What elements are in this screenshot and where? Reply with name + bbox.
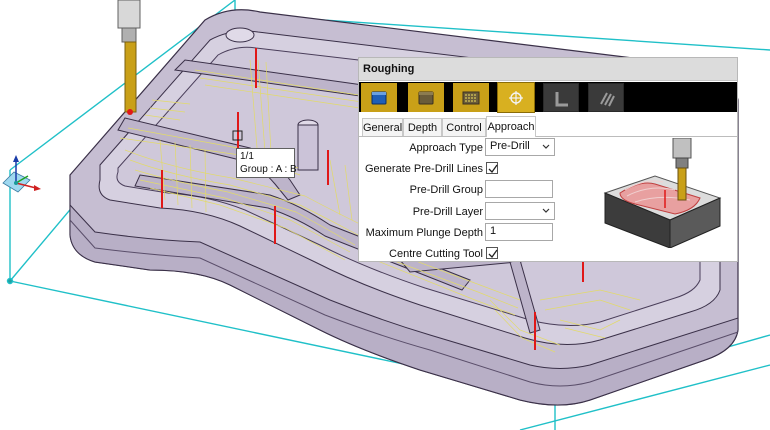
toolpath-preview-button[interactable]	[453, 83, 489, 112]
approach-type-value: Pre-Drill	[490, 140, 530, 152]
predrill-layer-select[interactable]	[485, 202, 555, 220]
l-profile-button[interactable]	[543, 83, 579, 112]
crosshair-button[interactable]	[497, 82, 535, 113]
max-plunge-input[interactable]: 1	[485, 223, 553, 241]
approach-preview-image	[603, 138, 722, 248]
checkmark-icon	[488, 164, 498, 174]
tab-general[interactable]: General	[362, 118, 403, 136]
predrill-group-label: Pre-Drill Group	[409, 184, 483, 196]
selection-tooltip: 1/1 Group : A : B	[236, 148, 297, 178]
block-view-icon	[371, 91, 387, 105]
tab-approach[interactable]: Approach	[486, 116, 536, 137]
max-plunge-label: Maximum Plunge Depth	[365, 227, 483, 239]
stock-block-icon	[418, 91, 434, 105]
panel-toolbar	[359, 82, 737, 113]
chevron-down-icon	[542, 208, 550, 213]
pattern-button[interactable]	[588, 83, 624, 112]
checkmark-icon	[488, 249, 498, 259]
stock-block-button[interactable]	[408, 83, 444, 112]
l-profile-icon	[555, 92, 568, 107]
panel-tabs: General Depth Control Approach	[359, 116, 737, 137]
block-view-button[interactable]	[361, 83, 397, 112]
predrill-group-input[interactable]	[485, 180, 553, 198]
approach-type-label: Approach Type	[409, 142, 483, 154]
predrill-layer-label: Pre-Drill Layer	[412, 206, 483, 218]
approach-type-select[interactable]: Pre-Drill	[485, 138, 555, 156]
tab-depth[interactable]: Depth	[403, 118, 442, 136]
tab-control[interactable]: Control	[442, 118, 486, 136]
centre-cutting-checkbox[interactable]	[486, 247, 498, 259]
pattern-icon	[600, 92, 615, 107]
tooltip-group: Group : A : B	[240, 164, 297, 175]
centre-cutting-label: Centre Cutting Tool	[389, 248, 483, 260]
chevron-down-icon	[542, 144, 550, 149]
toolpath-preview-icon	[462, 91, 480, 105]
tooltip-count: 1/1	[240, 151, 254, 162]
generate-predrill-label: Generate Pre-Drill Lines	[365, 163, 483, 175]
roughing-panel: Roughing General Depth Control Approach …	[358, 57, 738, 262]
panel-title: Roughing	[359, 58, 737, 81]
crosshair-icon	[509, 91, 523, 105]
generate-predrill-checkbox[interactable]	[486, 162, 498, 174]
